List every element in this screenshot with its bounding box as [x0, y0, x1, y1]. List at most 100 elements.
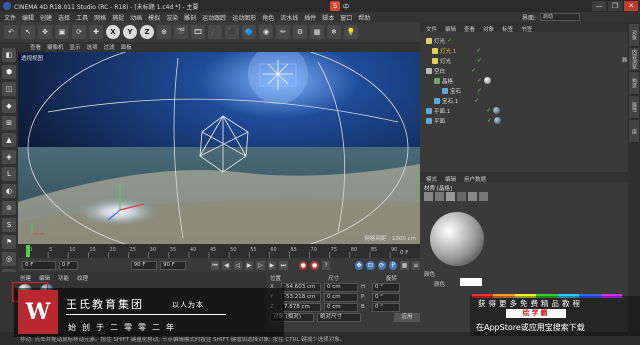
start-frame-field[interactable]: 0 F — [22, 260, 56, 270]
visibility-check-icon[interactable]: ✓ — [487, 117, 492, 124]
menu-select[interactable]: 选择 — [58, 13, 70, 22]
channel-thumb[interactable] — [468, 192, 477, 201]
texture-mode-icon[interactable]: ◫ — [2, 82, 16, 96]
size-z-field[interactable]: 0 cm — [324, 302, 358, 312]
scale-tool-icon[interactable]: ▣ — [55, 25, 69, 39]
array-icon[interactable]: ◉ — [259, 25, 273, 39]
make-editable-icon[interactable]: ◧ — [2, 48, 16, 62]
menu-file[interactable]: 文件 — [4, 13, 16, 22]
visibility-check-icon[interactable]: ✓ — [477, 87, 482, 94]
camera-icon[interactable]: ❄ — [327, 25, 341, 39]
menu-plugins[interactable]: 插件 — [304, 13, 316, 22]
goto-end-icon[interactable]: ⏭ — [279, 260, 288, 270]
viewport-menu-camera[interactable]: 摄像机 — [47, 43, 64, 51]
material-menu-edit[interactable]: 编辑 — [39, 274, 50, 282]
material-tag-icon[interactable] — [494, 117, 502, 124]
prev-frame-icon[interactable]: ◁ — [233, 260, 243, 270]
menu-animate[interactable]: 动画 — [130, 13, 142, 22]
side-tab-structure[interactable]: 构造 — [629, 72, 639, 94]
maximize-button[interactable]: ❐ — [608, 1, 622, 11]
objects-menu-view[interactable]: 查看 — [464, 25, 475, 33]
visibility-check-icon[interactable]: ✓ — [477, 57, 482, 64]
end-frame-field[interactable]: 90 F — [130, 260, 157, 270]
move-tool-icon[interactable]: ✥ — [38, 25, 52, 39]
sogou-ime-icon[interactable]: S — [330, 1, 340, 11]
subdivision-icon[interactable]: 🔷 — [242, 25, 256, 39]
object-row[interactable]: 宝石 ✓ — [442, 86, 482, 95]
z-axis-lock-icon[interactable]: Z — [140, 25, 154, 39]
axis-mode-icon[interactable]: ◆ — [2, 99, 16, 113]
cube-primitive-icon[interactable]: ⬛ — [225, 25, 239, 39]
pen-spline-icon[interactable]: ✏ — [276, 25, 290, 39]
menu-simulate[interactable]: 模拟 — [148, 13, 160, 22]
side-tab-content-browser[interactable]: 内容浏览器 — [621, 48, 639, 70]
undo-icon[interactable]: ↶ — [4, 25, 18, 39]
objects-menu-bookmarks[interactable]: 书签 — [521, 25, 532, 33]
position-x-field[interactable]: -54.603 cm — [281, 282, 321, 292]
viewport-menu-display[interactable]: 显示 — [70, 43, 81, 51]
object-row[interactable]: 晶格 ✓ — [434, 76, 492, 85]
keyframe-param-icon[interactable]: P — [388, 260, 398, 270]
record-icon[interactable]: ● — [299, 260, 308, 270]
keyframe-scale-icon[interactable]: ⊡ — [366, 260, 375, 270]
side-tab-objects[interactable]: 对象 — [629, 24, 639, 46]
attr-menu-mode[interactable]: 模式 — [426, 175, 437, 183]
next-frame-icon[interactable]: ▷ — [256, 260, 265, 270]
menu-mesh[interactable]: 网格 — [94, 13, 106, 22]
object-row[interactable]: 宝石.1 ✓ — [434, 96, 479, 105]
autokey-icon[interactable]: ● — [310, 260, 319, 270]
visibility-check-icon[interactable]: ✓ — [486, 107, 491, 114]
color-swatch[interactable] — [460, 278, 482, 286]
ime-toolbar[interactable]: S 中 — [330, 1, 349, 11]
object-row[interactable]: 灯光 ✓ — [426, 36, 452, 45]
menu-tools[interactable]: 工具 — [76, 13, 88, 22]
edges-mode-icon[interactable]: ▲ — [2, 133, 16, 147]
enable-axis-icon[interactable]: L — [2, 167, 16, 181]
points-mode-icon[interactable]: ⊞ — [2, 116, 16, 130]
material-tag-icon[interactable] — [493, 107, 501, 114]
viewport-menu-options[interactable]: 选项 — [87, 43, 98, 51]
menu-render[interactable]: 渲染 — [166, 13, 178, 22]
next-key-icon[interactable]: ▶ — [267, 260, 277, 270]
floor-icon[interactable]: ▦ — [310, 25, 324, 39]
keyframe-rotate-icon[interactable]: ⟳ — [377, 260, 386, 270]
deformer-icon[interactable]: ⚙ — [293, 25, 307, 39]
tweak-icon[interactable]: ◐ — [2, 184, 16, 198]
objects-menu-file[interactable]: 文件 — [426, 25, 437, 33]
attr-menu-edit[interactable]: 编辑 — [445, 175, 456, 183]
menu-pipeline[interactable]: 流水线 — [280, 13, 298, 22]
menu-mograph[interactable]: 运动图形 — [232, 13, 256, 22]
channel-thumb[interactable] — [479, 192, 488, 201]
key-selection-icon[interactable]: ? — [321, 260, 331, 270]
menu-create[interactable]: 创建 — [40, 13, 52, 22]
perspective-viewport[interactable]: 透视视图 网格间距 : 1000 cm — [18, 52, 420, 244]
keyframe-grid-icon[interactable]: ▦ — [400, 260, 409, 270]
object-row[interactable]: 灯光.1 ✓ — [432, 46, 481, 55]
material-menu-function[interactable]: 功能 — [58, 274, 69, 282]
coordinate-system-icon[interactable]: ⊕ — [157, 25, 171, 39]
size-x-field[interactable]: 0 cm — [324, 282, 358, 292]
visibility-check-icon[interactable]: ✓ — [471, 67, 476, 74]
material-menu-create[interactable]: 创建 — [20, 274, 31, 282]
select-arrow-icon[interactable]: ↖ — [21, 25, 35, 39]
side-tab-layers[interactable]: 层 — [629, 120, 639, 142]
y-axis-lock-icon[interactable]: Y — [123, 25, 137, 39]
snap-icon[interactable]: S — [2, 218, 16, 232]
attr-menu-userdata[interactable]: 用户数据 — [464, 175, 486, 183]
visibility-check-icon[interactable]: ✓ — [476, 47, 481, 54]
recent-tool-icon[interactable]: ✚ — [89, 25, 103, 39]
size-mode-select[interactable]: 绝对尺寸 — [317, 312, 361, 322]
rotation-p-field[interactable]: 0 ° — [372, 292, 400, 302]
position-z-field[interactable]: 7.878 cm — [281, 302, 321, 312]
menu-sculpt[interactable]: 雕刻 — [184, 13, 196, 22]
size-y-field[interactable]: 0 cm — [324, 292, 358, 302]
viewport-menu-panel[interactable]: 面板 — [121, 43, 132, 51]
menu-window[interactable]: 窗口 — [340, 13, 352, 22]
locked-workplane-icon[interactable]: ◎ — [2, 252, 16, 266]
viewport-menu-view[interactable]: 查看 — [30, 43, 41, 51]
rotate-tool-icon[interactable]: ⟳ — [72, 25, 86, 39]
viewport-solo-icon[interactable]: ⊚ — [2, 201, 16, 215]
material-menu-texture[interactable]: 纹理 — [77, 274, 88, 282]
menu-snap[interactable]: 捕捉 — [112, 13, 124, 22]
channel-thumb[interactable] — [424, 192, 433, 201]
